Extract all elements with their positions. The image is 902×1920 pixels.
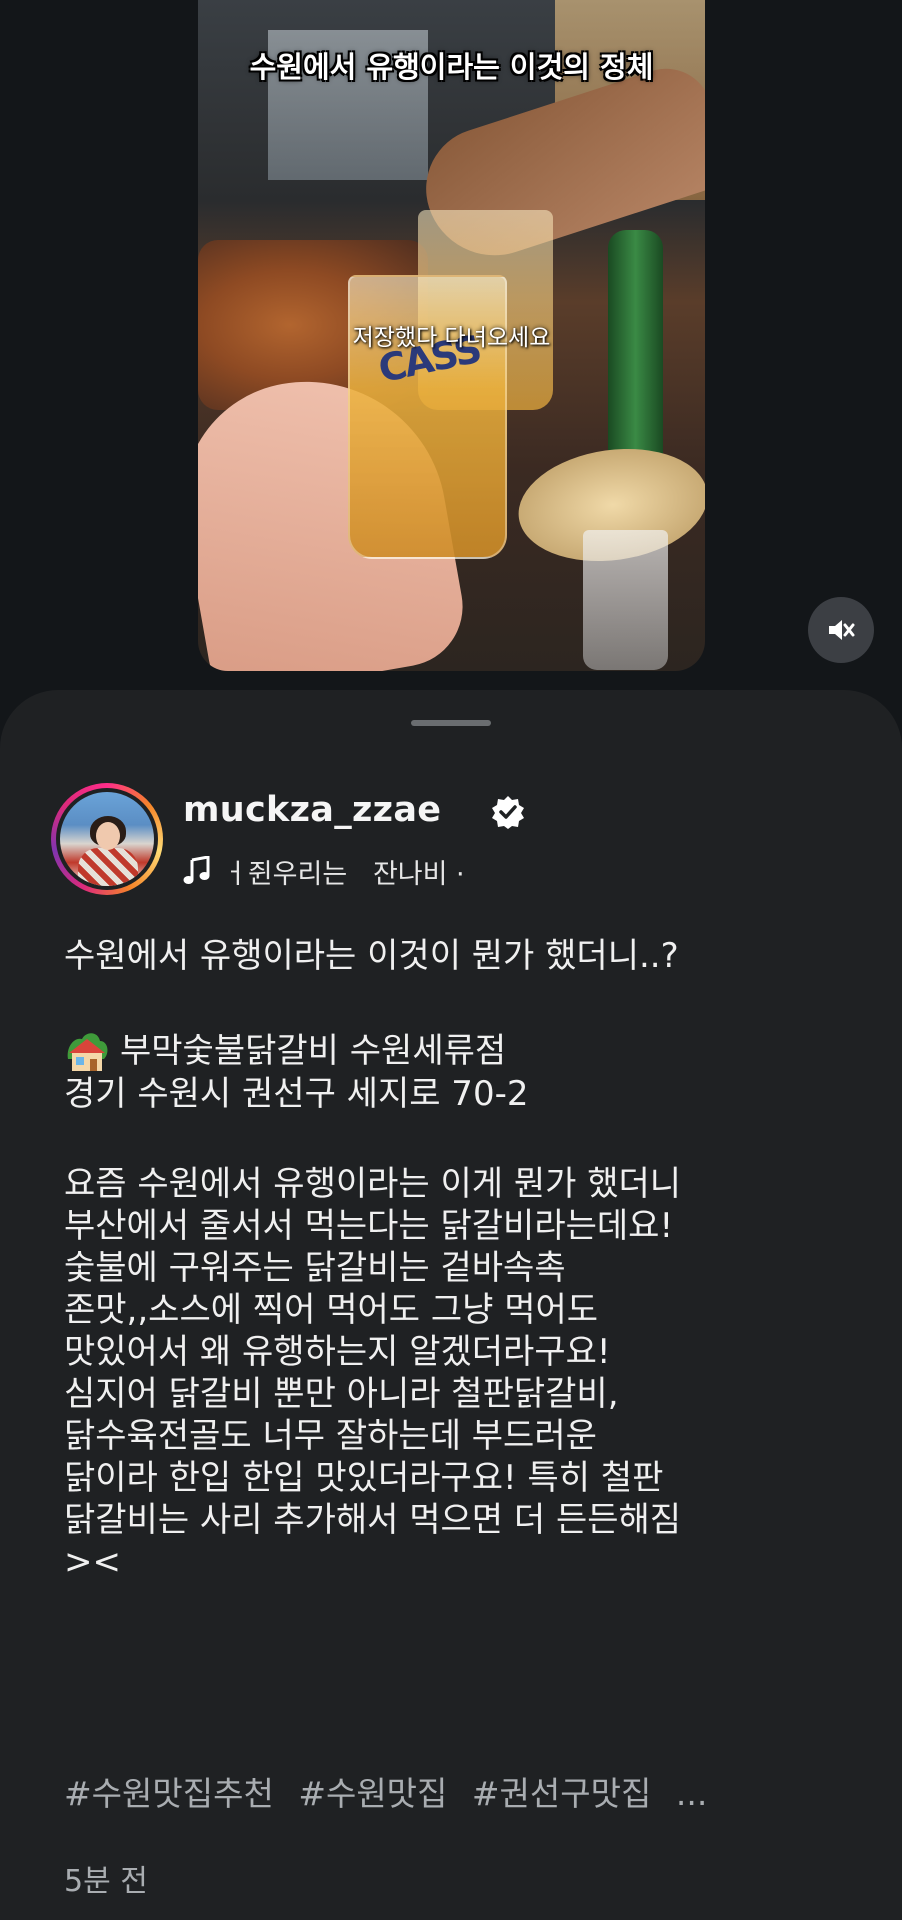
house-with-garden-icon [67,1033,108,1071]
restaurant-line: 부막숯불닭갈비 수원세류점 [64,1029,864,1073]
caption-line: >< [64,1542,121,1582]
avatar-story-ring[interactable] [51,783,163,895]
more-ellipsis[interactable]: ... [676,1774,707,1813]
reel-video[interactable]: CASS 수원에서 유행이라는 이것의 정체 저장했다 다녀오세요 [198,0,705,671]
hashtag[interactable]: #수원맛집추천 [64,1774,274,1813]
speaker-muted-icon [829,620,855,640]
restaurant-name: 부막숯불닭갈비 수원세류점 [120,1031,507,1071]
username[interactable]: muckza_zzae [183,790,441,830]
caption-line: 수원에서 유행이라는 이것이 뭔가 했더니..? [64,936,679,976]
hashtag[interactable]: #수원맛집 [298,1774,447,1813]
caption-line: 요즘 수원에서 유행이라는 이게 뭔가 했더니 [64,1164,682,1204]
caption-line: 닭수육전골도 너무 잘하는데 부드러운 [64,1416,597,1456]
video-caption-subtitle: 저장했다 다녀오세요 [352,325,551,351]
caption-line: 심지어 닭갈비 뿐만 아니라 철판닭갈비, [64,1374,619,1414]
caption-line: 부산에서 줄서서 먹는다는 닭갈비라는데요! [64,1206,674,1246]
hashtag-row: #수원맛집추천 #수원맛집 #권선구맛집 ... [64,1767,721,1815]
caption-line: 존맛,,소스에 찍어 먹어도 그냥 먹어도 [64,1290,599,1330]
music-attribution[interactable]: ㅓ쥔우리는 잔나비 · [183,853,465,890]
music-note-icon [183,856,210,884]
caption-line: 숯불에 구워주는 닭갈비는 겉바속촉 [64,1248,566,1288]
caption-line: 닭갈비는 사리 추가해서 먹으면 더 든든해짐 [64,1500,682,1540]
caption-line: 맛있어서 왜 유행하는지 알겠더라구요! [64,1332,611,1372]
shot-glass [583,530,668,670]
mute-button[interactable] [808,597,874,663]
verified-badge-icon [492,796,524,829]
music-title: ㅓ쥔우리는 잔나비 · [223,858,465,890]
sheet-drag-handle[interactable] [411,720,491,726]
post-details-sheet: muckza_zzae ㅓ쥔우리는 잔나비 · 수원에서 유행이라는 이것이 뭔… [0,690,902,1920]
post-timestamp: 5분 전 [64,1864,148,1899]
caption-line: 닭이라 한입 한입 맛있더라구요! 특히 철판 [64,1458,664,1498]
video-caption-title: 수원에서 유행이라는 이것의 정체 [249,50,654,84]
hashtag[interactable]: #권선구맛집 [472,1774,651,1813]
address[interactable]: 경기 수원시 권선구 세지로 70-2 [64,1073,864,1115]
post-caption: 수원에서 유행이라는 이것이 뭔가 했더니..? 부막숯불닭갈비 수원세류점 경… [64,935,864,1583]
avatar[interactable] [60,792,154,886]
